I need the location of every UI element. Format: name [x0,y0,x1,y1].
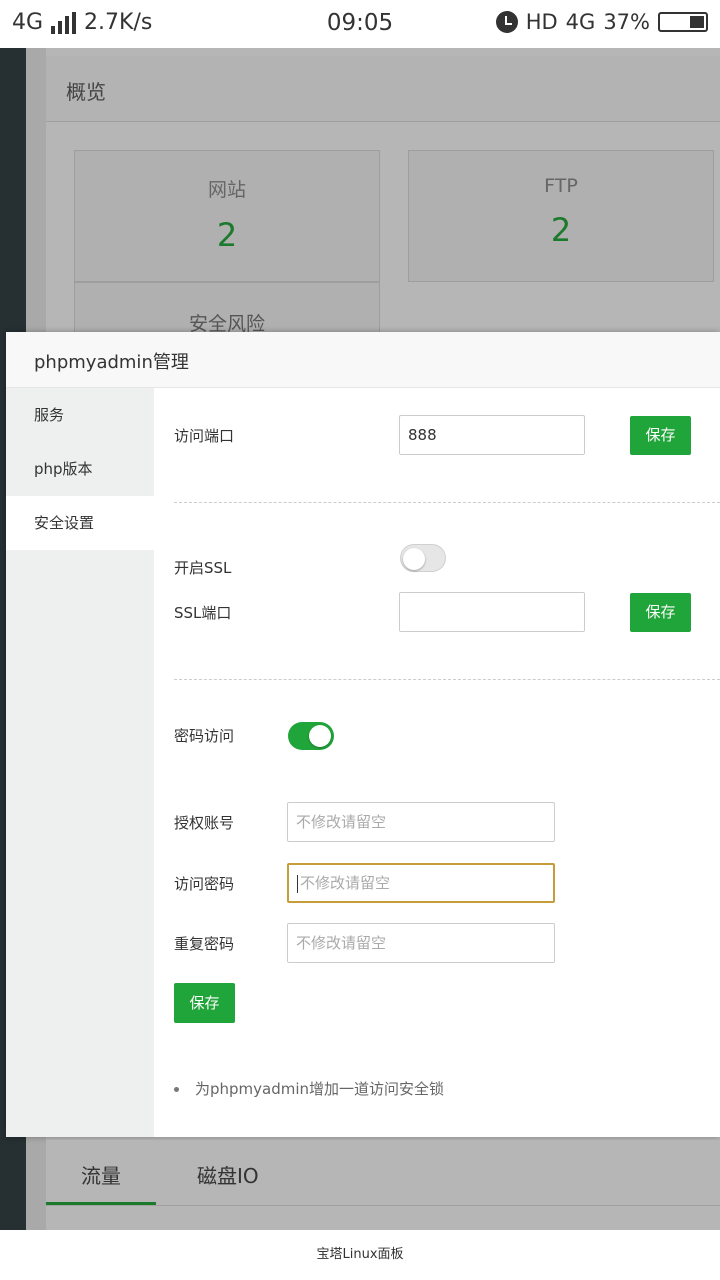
repeat-password-label: 重复密码 [174,935,235,953]
ssl-port-label: SSL端口 [174,604,232,622]
tip-item: 为phpmyadmin增加一道访问安全锁 [174,1078,444,1099]
website-label: 网站 [207,179,246,201]
divider-2 [174,679,720,680]
ftp-count: 2 [550,211,572,249]
status-bar: 4G 2.7K/s 09:05 HD 4G 37% [0,0,720,48]
website-count: 2 [216,216,238,254]
background-tabs: 流量 磁盘IO [46,1140,720,1206]
dialog-nav: 服务 php版本 安全设置 [6,388,154,1137]
phpmyadmin-dialog: phpmyadmin管理 服务 php版本 安全设置 访问端口 888 保存 开… [6,332,720,1137]
access-password-placeholder: 不修改请留空 [300,874,391,892]
network-type-right: 4G [565,10,596,34]
tab-traffic[interactable]: 流量 [81,1160,121,1189]
auth-account-label: 授权账号 [174,814,235,832]
repeat-password-input[interactable]: 不修改请留空 [287,923,555,963]
text-cursor [297,874,298,893]
ftp-label: FTP [544,175,578,197]
password-save-button[interactable]: 保存 [174,983,235,1023]
divider-1 [174,502,720,503]
status-right: HD 4G 37% [495,10,708,34]
nav-item-service[interactable]: 服务 [6,388,154,442]
password-access-toggle[interactable] [288,722,334,750]
ssl-port-save-button[interactable]: 保存 [630,593,691,632]
battery-icon [658,12,708,32]
tab-disk-io[interactable]: 磁盘IO [197,1160,259,1189]
hd-indicator: HD [525,10,558,34]
access-port-input[interactable]: 888 [399,415,585,455]
footer-brand: 宝塔Linux面板 [0,1230,720,1280]
dialog-header: phpmyadmin管理 [6,332,720,388]
ssl-toggle[interactable] [400,544,446,572]
access-port-save-button[interactable]: 保存 [630,416,691,455]
access-port-label: 访问端口 [174,427,235,445]
website-card: 网站 2 [74,150,380,282]
alarm-icon [495,11,518,33]
overview-title: 概览 [66,80,106,104]
ssl-port-input[interactable] [399,592,585,632]
dialog-body: 访问端口 888 保存 开启SSL SSL端口 保存 密码访问 授权账号 不修改… [154,388,720,1137]
ftp-card: FTP 2 [408,150,714,282]
bullet-icon [174,1087,179,1092]
active-tab-indicator [46,1202,156,1205]
access-password-label: 访问密码 [174,875,235,893]
password-access-toggle-knob [309,725,331,747]
dialog-title: phpmyadmin管理 [34,352,189,373]
overview-header: 概览 [46,56,720,122]
password-access-label: 密码访问 [174,727,235,745]
nav-item-security-settings[interactable]: 安全设置 [6,496,154,550]
battery-percent: 37% [603,10,650,34]
nav-item-php-version[interactable]: php版本 [6,442,154,496]
access-password-input[interactable]: 不修改请留空 [287,863,555,903]
auth-account-input[interactable]: 不修改请留空 [287,802,555,842]
tip-text: 为phpmyadmin增加一道访问安全锁 [195,1080,445,1098]
ssl-toggle-knob [403,548,425,570]
ssl-enable-label: 开启SSL [174,559,232,577]
